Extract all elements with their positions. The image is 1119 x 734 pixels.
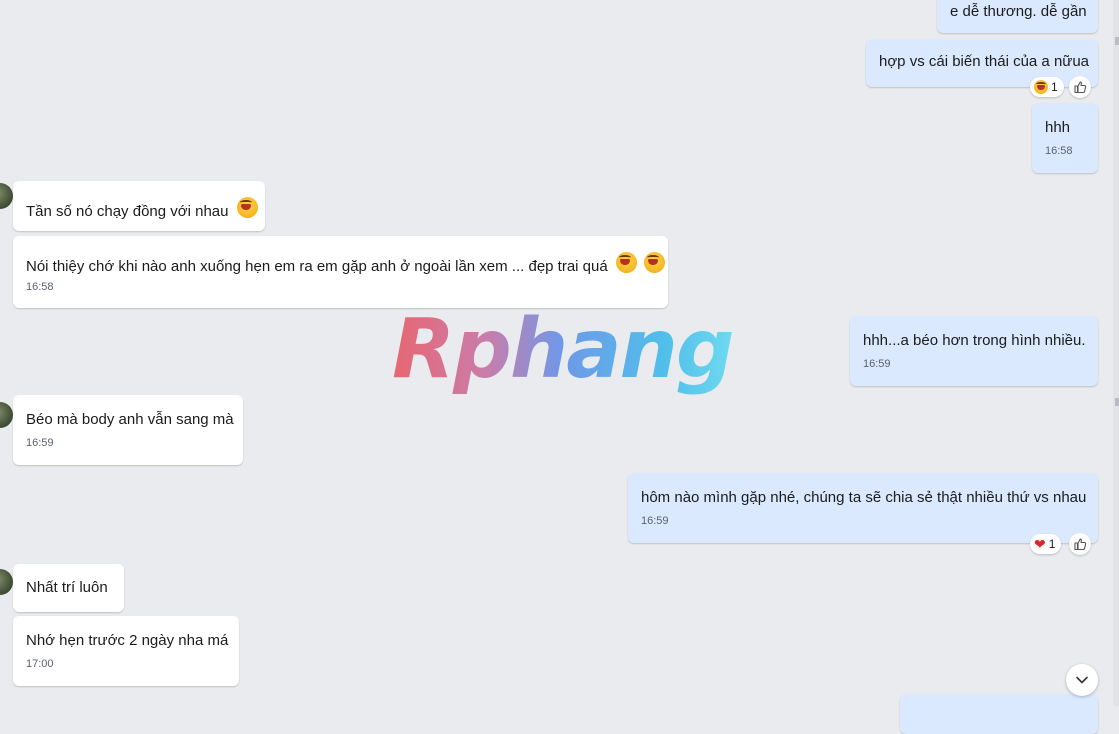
message-bubble-sent[interactable]: hôm nào mình gặp nhé, chúng ta sẽ chia s… [628, 473, 1098, 543]
message-bubble-sent[interactable]: hhh...a béo hơn trong hình nhiều. 16:59 [850, 316, 1098, 386]
scroll-marker [1115, 398, 1119, 406]
message-text: hhh [1045, 119, 1071, 136]
message-time: 16:59 [26, 437, 54, 449]
reaction-count: 1 [1051, 80, 1058, 94]
avatar[interactable] [0, 183, 13, 209]
message-bubble-sent[interactable]: hhh 16:58 [1032, 103, 1098, 173]
message-time: 16:58 [1045, 145, 1073, 157]
reaction-badge[interactable]: 1 [1030, 77, 1064, 97]
scrollbar[interactable] [1113, 0, 1119, 706]
message-text: e dễ thương. dễ gần [950, 3, 1087, 20]
scroll-to-bottom-button[interactable] [1066, 664, 1098, 696]
laughing-emoji-icon [615, 252, 637, 273]
react-button[interactable] [1069, 76, 1091, 98]
message-text: Nhất trí luôn [26, 579, 108, 596]
message-text: Béo mà body anh vẫn sang mà [26, 411, 234, 428]
message-bubble-received[interactable]: Tần số nó chạy đồng với nhau [13, 181, 265, 231]
watermark-logo: Rphang [392, 300, 735, 400]
message-bubble-received[interactable]: Nhất trí luôn [13, 564, 124, 612]
message-text: hhh...a béo hơn trong hình nhiều. [863, 332, 1086, 349]
heart-icon: ❤ [1034, 536, 1046, 552]
message-bubble-received[interactable]: Nói thiệy chớ khi nào anh xuống hẹn em r… [13, 236, 668, 308]
message-time: 16:59 [641, 515, 669, 527]
avatar[interactable] [0, 402, 13, 428]
scroll-marker [1115, 37, 1119, 45]
chevron-down-icon [1076, 676, 1088, 684]
message-time: 16:58 [26, 281, 54, 293]
message-time: 17:00 [26, 658, 54, 670]
message-bubble-sent[interactable] [900, 694, 1098, 734]
thumbs-up-icon [1074, 538, 1087, 551]
laughing-emoji-icon [236, 197, 258, 218]
message-bubble-sent[interactable]: e dễ thương. dễ gần [937, 0, 1098, 33]
reaction-badge[interactable]: ❤ 1 [1030, 534, 1062, 554]
message-text: hợp vs cái biến thái của a nữua [879, 53, 1090, 70]
message-bubble-sent[interactable]: hợp vs cái biến thái của a nữua [866, 39, 1098, 87]
laughing-emoji-icon [1034, 80, 1048, 94]
message-text: Tần số nó chạy đồng với nhau [26, 203, 229, 220]
laughing-emoji-icon [644, 252, 666, 273]
message-bubble-received[interactable]: Nhớ hẹn trước 2 ngày nha má 17:00 [13, 616, 239, 686]
thumbs-up-icon [1074, 81, 1087, 94]
react-button[interactable] [1069, 533, 1091, 555]
message-time: 16:59 [863, 358, 891, 370]
reaction-count: 1 [1048, 537, 1056, 551]
avatar[interactable] [0, 569, 13, 595]
message-text: hôm nào mình gặp nhé, chúng ta sẽ chia s… [641, 489, 1087, 506]
message-text: Nói thiệy chớ khi nào anh xuống hẹn em r… [26, 258, 608, 275]
message-text: Nhớ hẹn trước 2 ngày nha má [26, 632, 229, 649]
message-bubble-received[interactable]: Béo mà body anh vẫn sang mà 16:59 [13, 395, 243, 465]
